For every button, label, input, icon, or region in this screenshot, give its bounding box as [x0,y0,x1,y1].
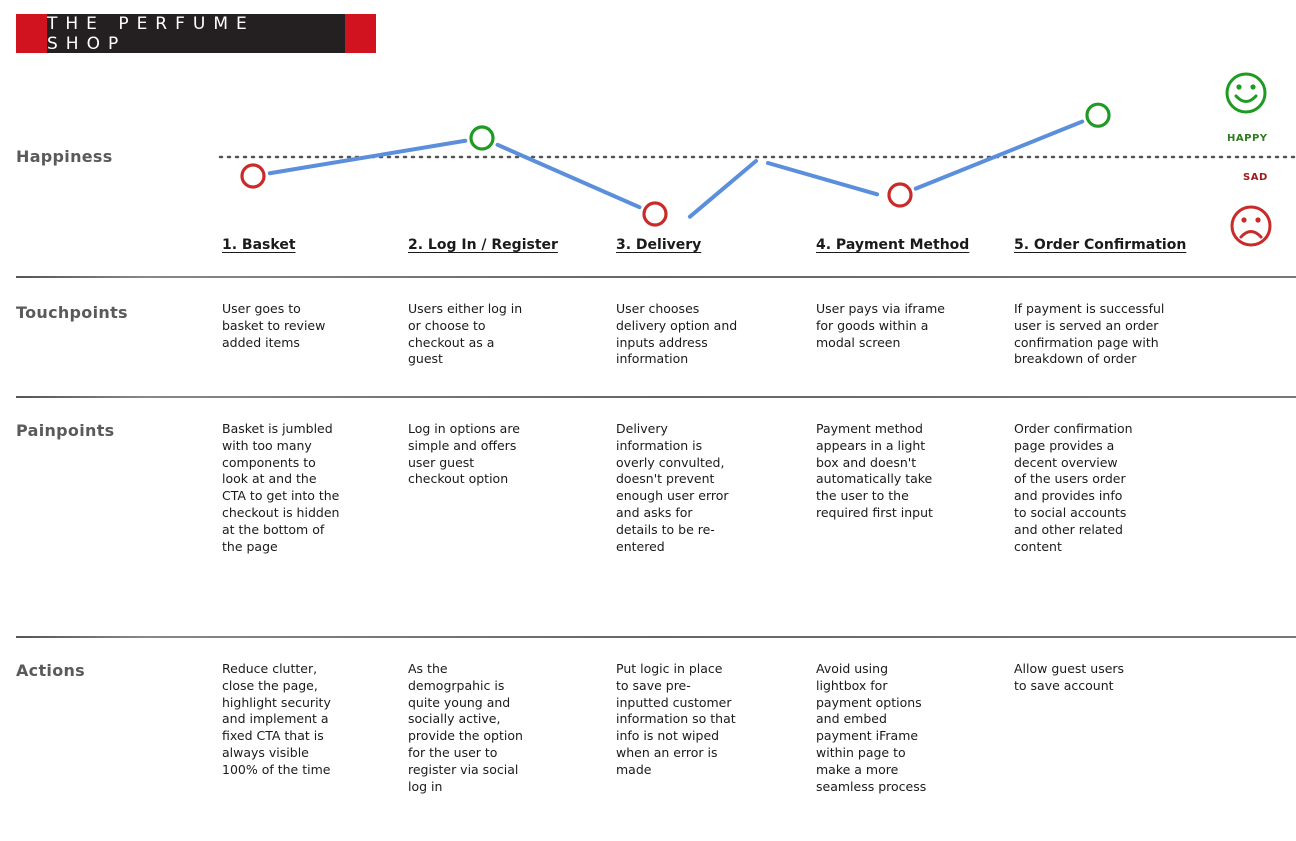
divider-happiness-touchpoints [16,276,1296,278]
step-title-login: 2. Log In / Register [408,237,558,253]
action-confirmation: Allow guest users to save account [1014,661,1125,693]
step-title-delivery: 3. Delivery [616,237,702,253]
painpoint-confirmation: Order confirmation page provides a decen… [1014,421,1133,554]
happiness-segment [495,142,642,210]
happiness-point-3 [642,201,668,227]
happiness-point-1 [240,163,266,189]
row-label-touchpoints: Touchpoints [16,303,128,322]
happiness-segment [913,119,1085,191]
painpoint-login: Log in options are simple and offers use… [408,421,520,487]
happy-face-icon [1225,72,1267,114]
row-label-painpoints: Painpoints [16,421,115,440]
happiness-point-2 [469,125,495,151]
sad-label: SAD [1243,172,1268,183]
brand-logo-text: THE PERFUME SHOP [47,14,345,54]
brand-logo: THE PERFUME SHOP [16,14,376,54]
divider-painpoints-actions [16,636,1296,638]
happiness-chart [218,102,1296,227]
step-title-confirmation: 5. Order Confirmation [1014,237,1187,253]
row-label-actions: Actions [16,661,86,680]
step-title-basket: 1. Basket [222,237,296,253]
touchpoint-payment: User pays via iframe for goods within a … [816,301,945,350]
painpoint-basket: Basket is jumbled with too many componen… [222,421,340,554]
happiness-segment [766,161,880,197]
happy-label: HAPPY [1227,133,1268,144]
happiness-segment [687,159,758,219]
happiness-point-5 [1085,102,1111,128]
happiness-line [267,119,1085,219]
action-payment: Avoid using lightbox for payment options… [816,661,927,794]
happiness-point-4 [887,182,913,208]
painpoint-delivery: Delivery information is overly convulted… [616,421,729,554]
painpoint-payment: Payment method appears in a light box an… [816,421,933,520]
action-login: As the demogrpahic is quite young and so… [408,661,523,794]
step-title-payment: 4. Payment Method [816,237,970,253]
touchpoint-login: Users either log in or choose to checkou… [408,301,523,367]
touchpoint-confirmation: If payment is successful user is served … [1014,301,1165,367]
action-delivery: Put logic in place to save pre- inputted… [616,661,736,777]
touchpoint-delivery: User chooses delivery option and inputs … [616,301,738,367]
action-basket: Reduce clutter, close the page, highligh… [222,661,331,777]
sad-face-icon [1230,205,1272,247]
divider-touchpoints-painpoints [16,396,1296,398]
touchpoint-basket: User goes to basket to review added item… [222,301,326,350]
